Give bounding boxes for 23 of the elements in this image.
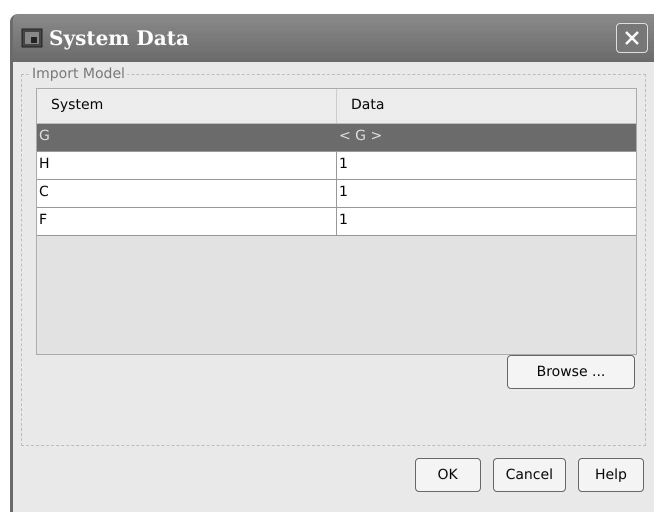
table-cell-text: 1 [338, 155, 349, 174]
table-row[interactable]: C 1 [37, 180, 636, 208]
table-cell-text: < G > [338, 127, 384, 146]
table-cell-text: 1 [338, 183, 349, 202]
window-title: System Data [49, 26, 190, 50]
table-cell-text: 1 [338, 211, 349, 230]
dialog-button[interactable]: Cancel [492, 458, 566, 492]
column-header[interactable]: Data [337, 89, 636, 123]
close-icon [623, 29, 641, 47]
dialog-button[interactable]: Help [578, 458, 644, 492]
table-row[interactable]: F 1 [37, 208, 636, 236]
window-icon [21, 28, 43, 48]
browse-button[interactable]: Browse ... [507, 355, 635, 389]
table-row[interactable]: G < G > [37, 124, 636, 152]
column-header[interactable]: System [37, 89, 337, 123]
table-cell: H [37, 152, 337, 179]
table-cell: C [37, 180, 337, 207]
table-row[interactable]: H 1 [37, 152, 636, 180]
close-button[interactable] [616, 23, 648, 53]
group-title: Import Model [31, 66, 126, 82]
table-cell: F [37, 208, 337, 235]
dialog-button[interactable]: OK [414, 458, 481, 492]
table-cell: G [37, 124, 337, 151]
